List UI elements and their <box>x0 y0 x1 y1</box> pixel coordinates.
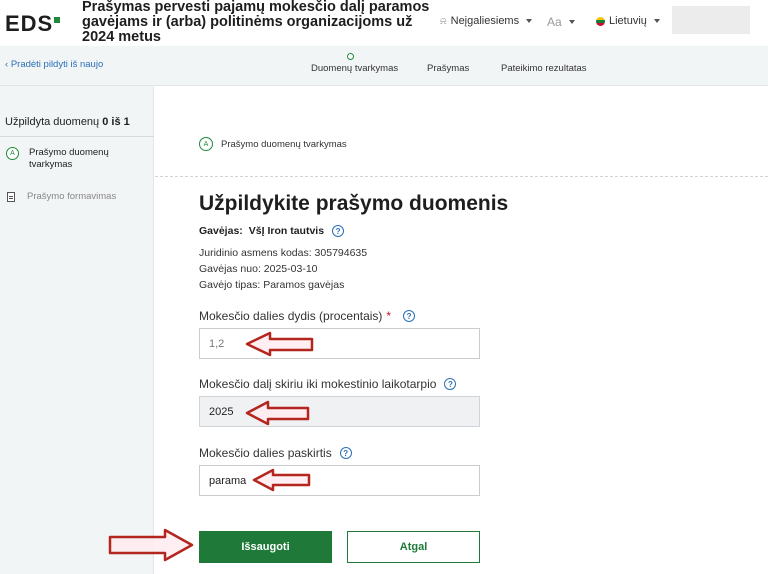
accessibility-label: Neįgaliesiems <box>450 15 520 27</box>
logo-mark-icon <box>54 17 61 23</box>
help-icon[interactable]: ? <box>444 378 457 390</box>
recipient-name: VšĮ Iron tautvis <box>248 225 325 237</box>
language-menu[interactable]: Lietuvių <box>596 15 660 27</box>
recipient-type: Gavėjo tipas: Paramos gavėjas <box>199 279 345 291</box>
tax-purpose-label: Mokesčio dalies paskirtis ? <box>199 446 352 460</box>
eds-logo[interactable]: EDS <box>5 11 61 37</box>
recipient-info: Juridinio asmens kodas: 305794635 Gavėja… <box>199 245 367 293</box>
sidebar-item-application-forming[interactable]: Prašymo formavimas <box>7 191 116 202</box>
help-icon[interactable]: ? <box>403 310 416 322</box>
tax-period-input[interactable]: 2025 <box>199 396 480 427</box>
accessibility-icon: ⍾ <box>440 15 447 27</box>
section-label: Prašymo duomenų tvarkymas <box>221 138 347 150</box>
tax-share-percent-input[interactable]: 1,2 <box>199 328 480 359</box>
chevron-down-icon <box>653 19 660 23</box>
save-button[interactable]: Išsaugoti <box>199 531 332 563</box>
sidebar: Užpildyta duomenų 0 iš 1 A Prašymo duome… <box>0 86 154 574</box>
sidebar-item-label: Prašymo formavimas <box>27 191 117 202</box>
chevron-down-icon <box>568 20 575 24</box>
recipient-line: Gavėjas: VšĮ Iron tautvis ? <box>199 225 345 237</box>
step-bar: Duomenų tvarkymas Prašymas Pateikimo rez… <box>0 46 768 86</box>
restart-link[interactable]: ‹ Pradėti pildyti iš naujo <box>5 59 103 70</box>
help-icon[interactable]: ? <box>332 225 345 237</box>
step-badge-a: A <box>6 147 19 160</box>
legal-code: Juridinio asmens kodas: 305794635 <box>199 247 368 259</box>
annotation-arrow-icon <box>245 331 314 357</box>
annotation-arrow-icon <box>108 528 194 562</box>
recipient-label: Gavėjas: <box>199 225 243 237</box>
chevron-left-icon: ‹ <box>5 59 9 70</box>
font-size-menu[interactable]: Aa <box>547 15 575 29</box>
divider <box>155 176 768 177</box>
document-icon <box>7 191 15 202</box>
required-mark: * <box>386 309 392 323</box>
recipient-since: Gavėjas nuo: 2025-03-10 <box>199 263 318 275</box>
section-badge-a: A <box>199 137 213 151</box>
page-title: Prašymas pervesti pajamų mokesčio dalį p… <box>82 0 430 45</box>
tax-share-percent-label: Mokesčio dalies dydis (procentais) * ? <box>199 309 416 323</box>
step-submission-result[interactable]: Pateikimo rezultatas <box>501 63 587 74</box>
sidebar-item-data-management[interactable]: A Prašymo duomenų tvarkymas <box>6 147 146 171</box>
section-header: A Prašymo duomenų tvarkymas <box>199 137 347 151</box>
lithuania-flag-icon <box>596 16 605 26</box>
form-heading: Užpildykite prašymo duomenis <box>199 192 509 215</box>
annotation-arrow-icon <box>245 400 310 426</box>
tax-purpose-input[interactable]: parama <box>199 465 480 496</box>
progress-summary: Užpildyta duomenų 0 iš 1 <box>5 116 130 128</box>
font-size-label: Aa <box>547 15 562 29</box>
sidebar-item-label: Prašymo duomenų tvarkymas <box>29 147 109 170</box>
chevron-down-icon <box>526 19 533 23</box>
step-application[interactable]: Prašymas <box>427 63 469 74</box>
active-step-indicator-icon <box>347 53 354 60</box>
annotation-arrow-icon <box>252 468 311 492</box>
tax-period-label: Mokesčio dalį skiriu iki mokestinio laik… <box>199 377 457 391</box>
user-profile-redacted[interactable] <box>672 6 750 34</box>
back-button[interactable]: Atgal <box>347 531 480 563</box>
step-data-management[interactable]: Duomenų tvarkymas <box>311 63 398 74</box>
accessibility-menu[interactable]: ⍾ Neįgaliesiems <box>440 15 533 27</box>
app-header: EDS Prašymas pervesti pajamų mokesčio da… <box>0 0 768 46</box>
progress-count: 0 iš 1 <box>102 116 130 128</box>
help-icon[interactable]: ? <box>339 447 352 459</box>
language-label: Lietuvių <box>609 15 647 27</box>
divider <box>0 136 154 137</box>
